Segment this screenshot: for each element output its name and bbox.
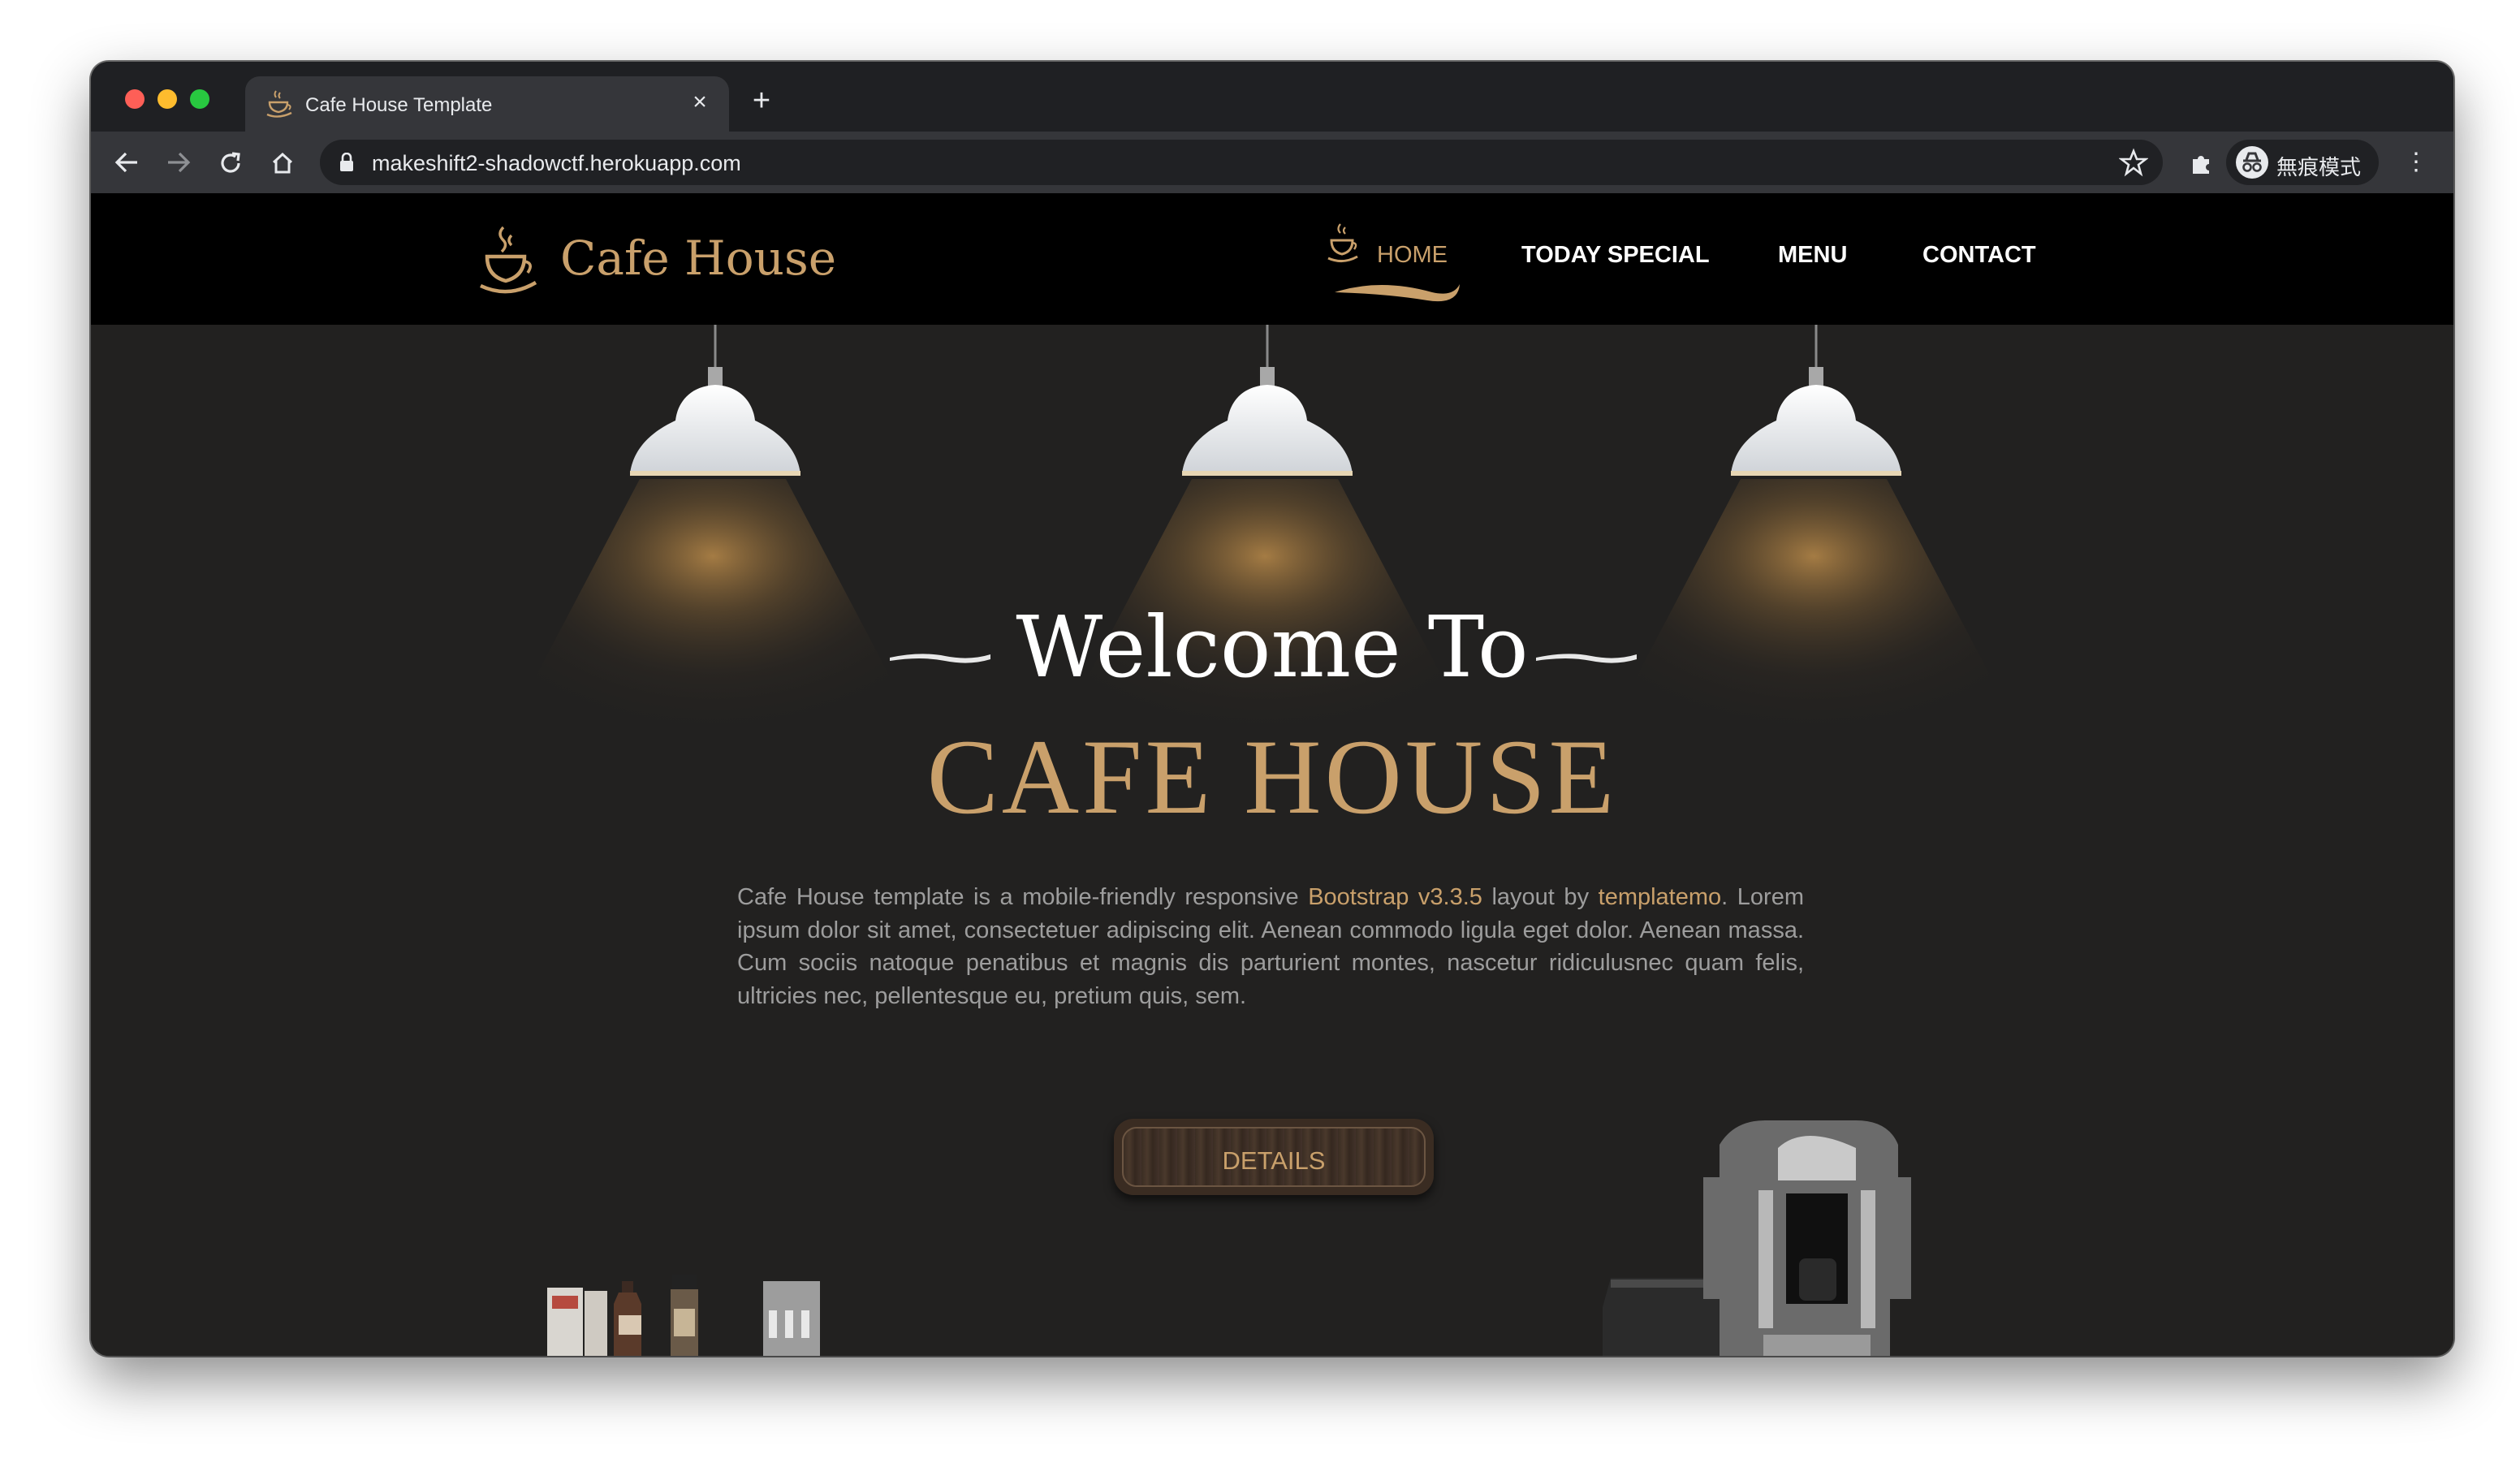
swoosh-underline-icon (1335, 284, 1460, 302)
back-button[interactable] (106, 141, 148, 183)
lock-icon (340, 153, 353, 171)
coffee-machine-image (1603, 1120, 1911, 1356)
incognito-icon (2236, 146, 2268, 179)
new-tab-button[interactable]: + (745, 84, 778, 117)
details-button-frame: DETAILS (1122, 1127, 1426, 1187)
bootstrap-link[interactable]: Bootstrap v3.3.5 (1308, 884, 1482, 910)
close-window-button[interactable] (125, 89, 145, 109)
minimize-window-button[interactable] (158, 89, 177, 109)
coffee-cup-icon (266, 90, 292, 118)
pendant-lamp-icon (630, 325, 800, 476)
pendant-lamp-icon (1731, 325, 1901, 476)
home-icon (272, 152, 293, 174)
reload-icon (221, 152, 240, 173)
home-button[interactable] (261, 141, 304, 183)
puzzle-piece-icon (2193, 156, 2209, 174)
reload-button[interactable] (209, 141, 252, 183)
site-logo-text[interactable]: Cafe House (560, 231, 836, 286)
description-text: Cafe House template is a mobile-friendly… (737, 884, 1309, 910)
pendant-lamp-icon (1182, 325, 1353, 476)
details-button[interactable]: DETAILS (1114, 1119, 1434, 1195)
arrow-left-icon (114, 152, 137, 173)
bookmark-star-icon[interactable] (2119, 148, 2148, 177)
browser-toolbar: makeshift2-shadowctf.herokuapp.com 無痕模式 … (91, 132, 2453, 193)
nav-menu[interactable]: MENU (1778, 242, 1847, 269)
coffee-cup-icon (1327, 223, 1358, 262)
hero-section: Welcome To CAFE HOUSE Cafe House templat… (91, 325, 2453, 1356)
nav-contact[interactable]: CONTACT (1922, 242, 2036, 269)
url-text: makeshift2-shadowctf.herokuapp.com (372, 151, 741, 175)
profile-label: 無痕模式 (2276, 155, 2362, 179)
nav-today-special[interactable]: TODAY SPECIAL (1521, 242, 1710, 269)
site-header: Cafe House HOME TODAY SPECIAL MENU CONTA… (91, 193, 2453, 325)
hero-title: CAFE HOUSE (926, 717, 1618, 836)
browser-tab[interactable]: Cafe House Template × (245, 76, 729, 132)
coffee-cup-logo-icon (480, 226, 537, 294)
arrow-right-icon (168, 152, 191, 173)
tab-bar: Cafe House Template × + (91, 62, 2453, 132)
details-button-label: DETAILS (1222, 1146, 1326, 1175)
browser-menu-button[interactable]: ⋮ (2395, 141, 2437, 183)
maximize-window-button[interactable] (190, 89, 209, 109)
browser-window: Cafe House Template × + makeshift2-shado… (91, 62, 2453, 1356)
coffee-products-image (547, 1275, 820, 1356)
description-text: layout by (1482, 884, 1599, 910)
welcome-heading: Welcome To (1016, 598, 1529, 697)
forward-button[interactable] (158, 141, 200, 183)
nav-home[interactable]: HOME (1377, 242, 1448, 269)
close-tab-icon[interactable]: × (684, 86, 716, 119)
incognito-profile-button[interactable]: 無痕模式 (2226, 140, 2379, 185)
templatemo-link[interactable]: templatemo (1599, 884, 1722, 910)
tab-title: Cafe House Template (305, 94, 493, 116)
decorative-dash-right (1536, 654, 1637, 663)
extensions-button[interactable] (2181, 141, 2223, 183)
address-bar[interactable]: makeshift2-shadowctf.herokuapp.com (320, 140, 2163, 185)
hero-description: Cafe House template is a mobile-friendly… (737, 881, 1804, 1012)
